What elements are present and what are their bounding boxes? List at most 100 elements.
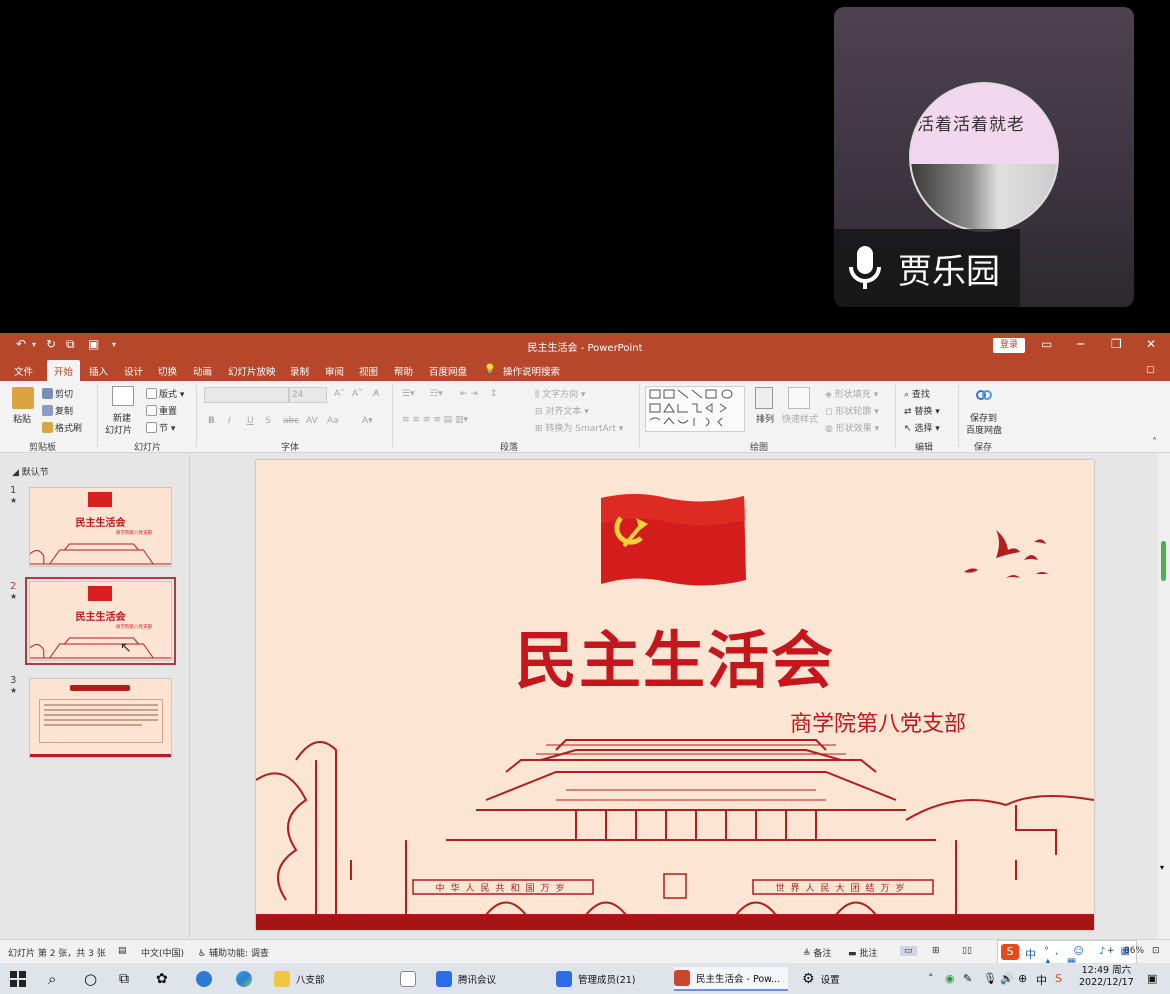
search-icon[interactable]: ⌕ [48,967,56,991]
save-to-netdisk-label[interactable]: 百度网盘 [966,423,1002,436]
notes-button[interactable]: ≜ 备注 [803,946,831,959]
find-button[interactable]: ⌕ 查找 [904,387,930,400]
slide-thumbnail-1[interactable]: 民主生活会 商学院第八党支部 [29,487,172,567]
font-size-input[interactable]: 24 [289,387,327,403]
sogou-tray-icon[interactable]: S [1055,972,1062,985]
participant-video-tile[interactable]: 活着活着就老 贾乐园 [834,7,1134,307]
scrollbar-thumb[interactable] [1161,541,1166,581]
minimize-icon[interactable]: ─ [1077,337,1084,351]
login-button[interactable]: 登录 [993,338,1025,353]
decrease-font-icon[interactable]: A˅ [352,389,363,399]
zoom-plus-icon[interactable]: + [1107,946,1115,956]
zoom-level[interactable]: 86% [1124,946,1144,956]
tab-file[interactable]: 文件 [14,364,33,378]
ie-icon[interactable] [196,967,218,991]
reading-view-icon[interactable]: ▯▯ [962,946,972,956]
ribbon-display-icon[interactable]: ▭ [1041,337,1052,351]
microphone-icon[interactable] [848,245,882,291]
increase-font-icon[interactable]: A˄ [334,389,345,399]
start-icon[interactable] [10,967,26,991]
comments-icon[interactable]: ▢ [1146,364,1155,375]
tab-view[interactable]: 视图 [359,364,378,378]
new-slide-button-label[interactable]: 幻灯片 [105,423,132,436]
tab-animations[interactable]: 动画 [193,364,212,378]
scroll-down-icon[interactable]: ▾ [1160,863,1164,872]
taskbar-item-document[interactable] [400,967,422,991]
accessibility-status[interactable]: ♿ 辅助功能: 调查 [198,946,269,959]
shadow-button[interactable]: S [265,416,271,426]
taskbar-item-powerpoint[interactable]: 民主生活会 - Pow... [674,967,788,991]
app-icon[interactable]: ✿ [156,967,168,991]
change-case-button[interactable]: Aa [327,416,339,426]
volume-icon[interactable]: 🔊 [1000,972,1014,985]
fit-slide-icon[interactable]: ⊡ [1152,946,1160,956]
tab-transitions[interactable]: 切换 [158,364,177,378]
shape-effects-button[interactable]: ◍ 形状效果 ▾ [825,421,879,434]
spelling-icon[interactable]: ▤ [118,946,127,956]
tab-record[interactable]: 录制 [290,364,309,378]
restore-icon[interactable]: ❐ [1111,337,1122,351]
reset-button[interactable]: 重置 [146,404,177,417]
quick-styles-button[interactable]: 快速样式 [782,412,818,425]
indent-icon[interactable]: ⇤ ⇥ [460,389,478,399]
copy-button[interactable]: 复制 [42,404,73,417]
ime-icon[interactable]: 中 [1036,972,1047,988]
close-icon[interactable]: ✕ [1146,337,1156,351]
edge-icon[interactable] [236,967,258,991]
shape-outline-button[interactable]: ◻ 形状轮廓 ▾ [825,404,879,417]
paste-icon[interactable] [12,387,34,409]
bold-button[interactable]: B [208,416,215,426]
section-header[interactable]: ◢ 默认节 [12,465,49,478]
text-direction-button[interactable]: ⫼ 文字方向 ▾ [535,387,585,400]
task-view-icon[interactable]: ⧉ [119,967,129,991]
replace-button[interactable]: ⇄ 替换 ▾ [904,404,940,417]
tray-chevron-icon[interactable]: ˄ [928,972,934,985]
paste-button[interactable]: 粘贴 [13,412,31,425]
underline-button[interactable]: U [247,416,254,426]
comments-button[interactable]: ▬ 批注 [848,946,877,959]
taskbar-item-settings[interactable]: ⚙ 设置 [802,967,840,991]
font-color-icon[interactable]: A▾ [362,416,373,426]
format-painter-button[interactable]: 格式刷 [42,421,82,434]
tab-help[interactable]: 帮助 [394,364,413,378]
convert-smartart-button[interactable]: ⊞ 转换为 SmartArt ▾ [535,421,623,434]
cortana-icon[interactable]: ○ [84,967,97,991]
tab-review[interactable]: 审阅 [325,364,344,378]
slide-thumbnail-3[interactable] [29,678,172,758]
ime-language[interactable]: 中 [1025,946,1036,962]
tab-insert[interactable]: 插入 [89,364,108,378]
ime-toolbar[interactable]: S 中 °, ☺ ♪ ▦ ▲ ▦ [997,940,1137,968]
shape-fill-button[interactable]: ◈ 形状填充 ▾ [825,387,878,400]
baidu-cloud-icon[interactable] [975,387,993,403]
cut-button[interactable]: 剪切 [42,387,73,400]
tell-me-search[interactable]: 操作说明搜索 [503,364,560,378]
align-icons[interactable]: ≡ ≡ ≡ ≡ ▤ ▥▾ [402,415,468,425]
taskbar-item-manage-members[interactable]: 管理成员(21) [556,967,636,991]
language-indicator[interactable]: 中文(中国) [141,946,184,959]
bullets-icon[interactable]: ☰▾ [402,389,415,399]
notifications-icon[interactable]: ▣ [1147,972,1157,985]
font-name-input[interactable] [204,387,289,403]
slide-canvas[interactable]: 中华人民共和国万岁 世界人民大团结万岁 民主生活会 商学院第八党支部 [256,460,1094,930]
clear-format-icon[interactable]: A̸ [373,389,379,399]
vertical-scrollbar[interactable]: ▾ [1158,453,1170,939]
arrange-button[interactable]: 排列 [756,412,774,425]
tray-app-icon[interactable]: ◉ [945,972,955,985]
taskbar-item-tencent-meeting[interactable]: 腾讯会议 [436,967,496,991]
slide-sorter-icon[interactable]: ⊞ [932,946,940,956]
character-spacing-icon[interactable]: AV [306,416,318,426]
select-button[interactable]: ↖ 选择 ▾ [904,421,940,434]
tab-design[interactable]: 设计 [124,364,143,378]
line-spacing-icon[interactable]: ↕ [490,389,498,399]
section-button[interactable]: 节 ▾ [146,421,175,434]
new-slide-icon[interactable] [112,386,134,406]
tray-mic-icon[interactable]: 🎙 [983,972,997,985]
tab-slideshow[interactable]: 幻灯片放映 [228,364,276,378]
quick-styles-icon[interactable] [788,387,810,409]
italic-button[interactable]: I [228,416,231,426]
shapes-gallery[interactable] [645,386,745,432]
arrange-icon[interactable] [755,387,773,409]
strikethrough-icon[interactable]: abc [283,416,299,426]
layout-button[interactable]: 版式 ▾ [146,387,184,400]
align-text-button[interactable]: ⊟ 对齐文本 ▾ [535,404,589,417]
